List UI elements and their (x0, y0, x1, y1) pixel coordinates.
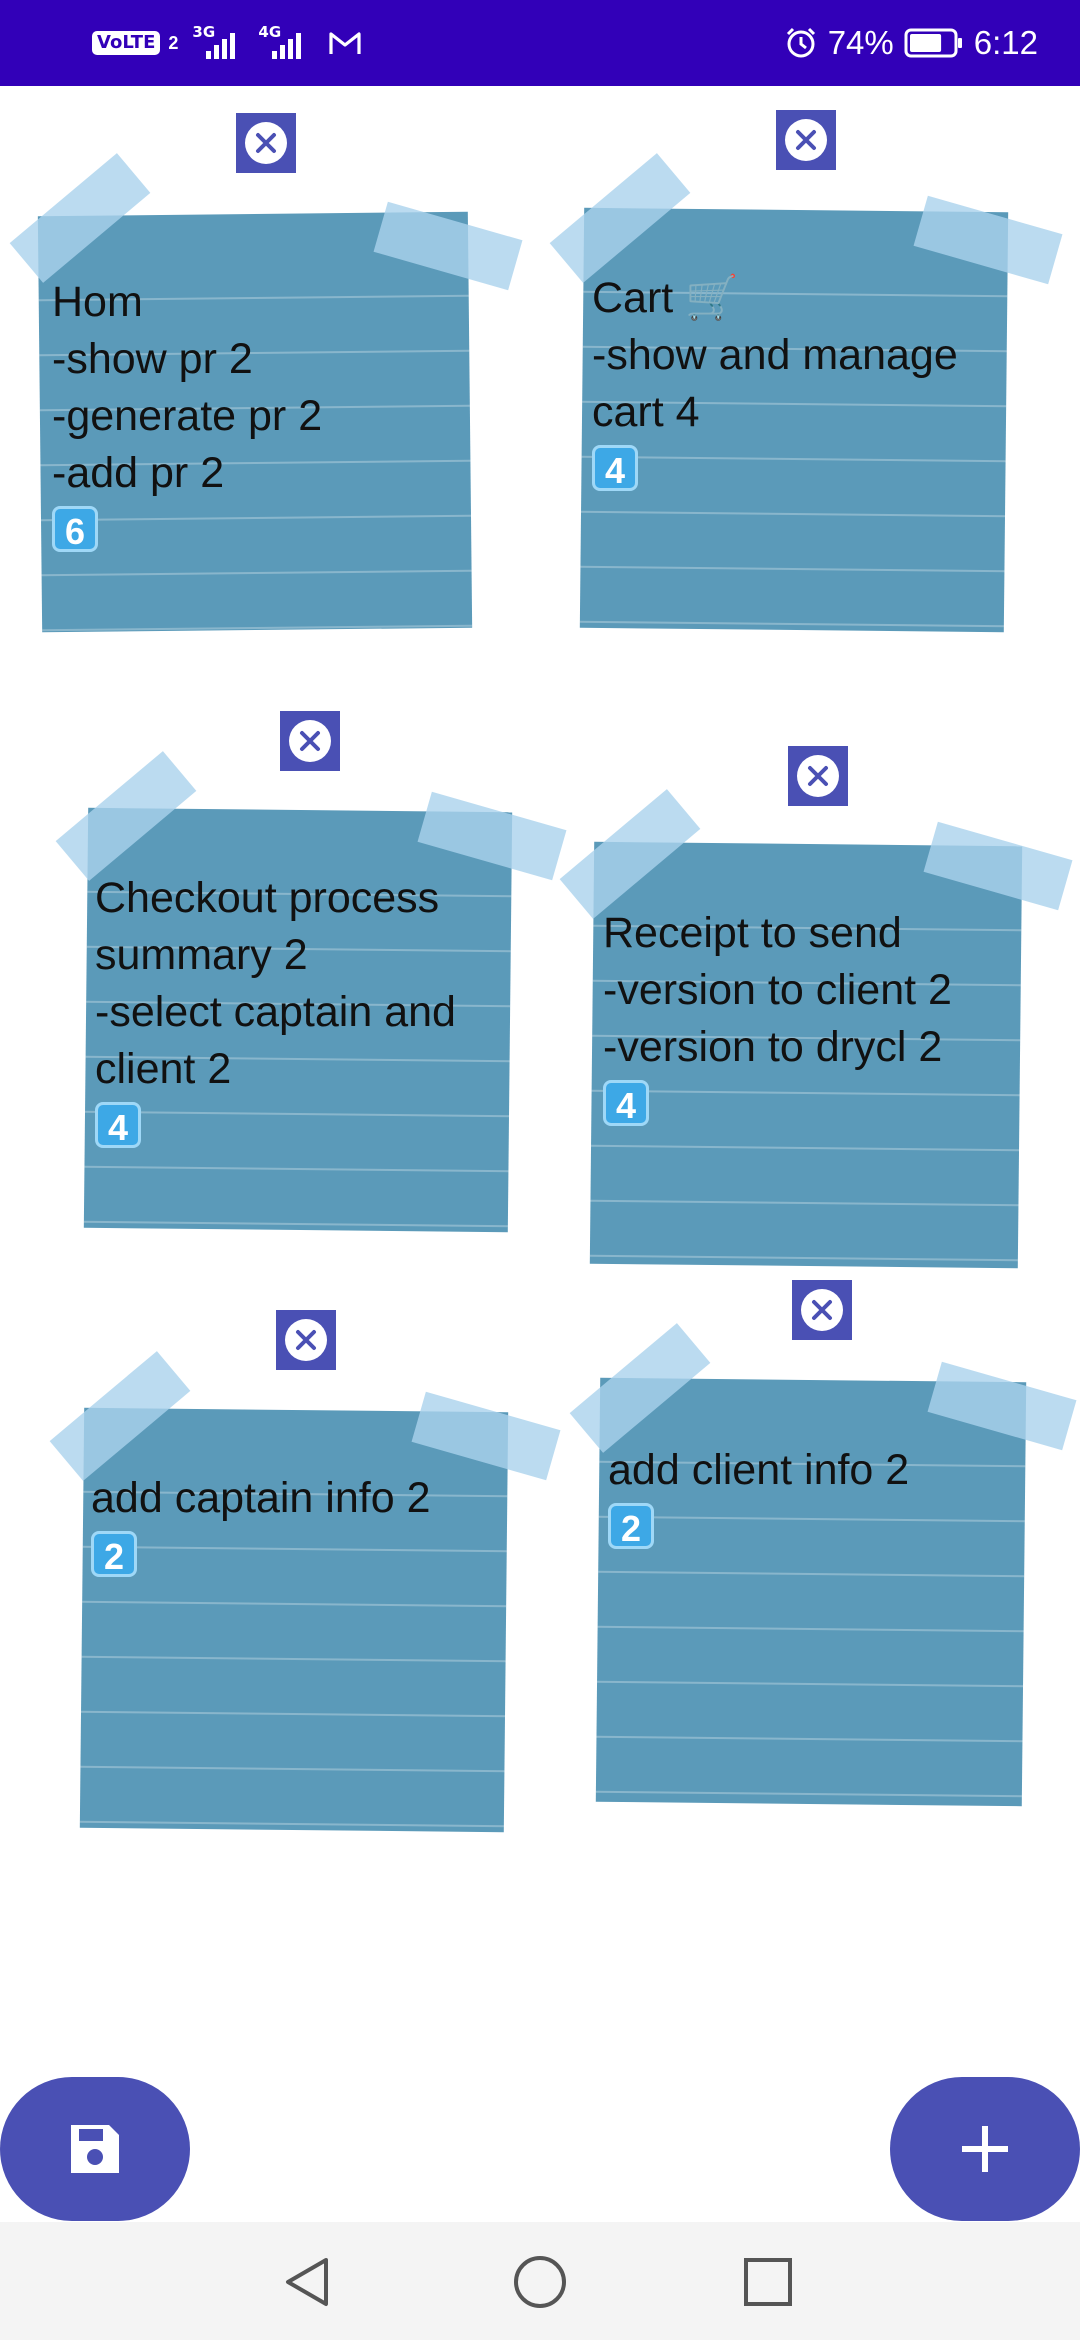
close-icon (245, 122, 287, 164)
recents-icon[interactable] (736, 2250, 800, 2314)
note-line: -show pr 2 (52, 335, 253, 383)
home-icon[interactable] (508, 2250, 572, 2314)
delete-note-button[interactable] (792, 1280, 852, 1340)
delete-note-button[interactable] (236, 113, 296, 173)
count-badge: 2 (91, 1531, 137, 1577)
close-icon (801, 1289, 843, 1331)
note-text: Cart 🛒 -show and manage cart 4 4 (592, 270, 1012, 498)
note-text: Checkout process summary 2 -select captai… (95, 870, 525, 1155)
save-button[interactable] (0, 2077, 190, 2221)
note-line: add captain info 2 (91, 1474, 431, 1522)
count-badge: 2 (608, 1503, 654, 1549)
signal-icon: 3G (192, 23, 250, 63)
note-text: Receipt to send -version to client 2 -vers… (603, 905, 1023, 1133)
clock: 6:12 (973, 24, 1038, 61)
close-icon (785, 119, 827, 161)
close-icon (285, 1319, 327, 1361)
battery-icon (904, 28, 962, 58)
back-icon[interactable] (276, 2250, 340, 2314)
note-line: Checkout process summary 2 (95, 874, 452, 979)
count-badge: 6 (52, 506, 98, 552)
close-icon (797, 755, 839, 797)
note-line: -version to client 2 (603, 966, 952, 1014)
delete-note-button[interactable] (788, 746, 848, 806)
status-left: VoLTE 2 3G 4G (92, 20, 362, 66)
note-line: Hom (52, 278, 143, 326)
note-line: -generate pr 2 (52, 392, 323, 440)
sim-number: 2 (168, 32, 179, 53)
signal-icon: 4G (258, 23, 316, 63)
gmail-icon (329, 32, 362, 54)
save-icon (71, 2125, 119, 2173)
note-line: add client info 2 (608, 1446, 910, 1494)
note-line: -select captain and client 2 (95, 988, 468, 1093)
status-right: 74% 6:12 (784, 18, 1038, 68)
delete-note-button[interactable] (276, 1310, 336, 1370)
delete-note-button[interactable] (776, 110, 836, 170)
delete-note-button[interactable] (280, 711, 340, 771)
battery-percent: 74% (827, 24, 894, 61)
note-line: Cart 🛒 (592, 274, 739, 322)
count-badge: 4 (603, 1080, 649, 1126)
note-line: -version to drycl 2 (603, 1023, 943, 1071)
status-bar: VoLTE 2 3G 4G 74% 6:12 (0, 0, 1080, 86)
volte-badge: VoLTE (92, 31, 161, 55)
note-text: Hom -show pr 2 -generate pr 2 -add pr 2 6 (52, 274, 482, 559)
close-icon (289, 720, 331, 762)
note-text: add captain info 2 2 (91, 1470, 521, 1584)
count-badge: 4 (95, 1102, 141, 1148)
count-badge: 4 (592, 445, 638, 491)
note-line: -show and manage cart 4 (592, 331, 970, 436)
plus-icon (962, 2126, 1008, 2172)
note-text: add client info 2 2 (608, 1442, 1028, 1556)
note-line: -add pr 2 (52, 449, 225, 497)
note-line: Receipt to send (603, 909, 902, 957)
alarm-icon (786, 27, 815, 58)
add-note-button[interactable] (890, 2077, 1080, 2221)
navigation-bar (0, 2222, 1080, 2340)
